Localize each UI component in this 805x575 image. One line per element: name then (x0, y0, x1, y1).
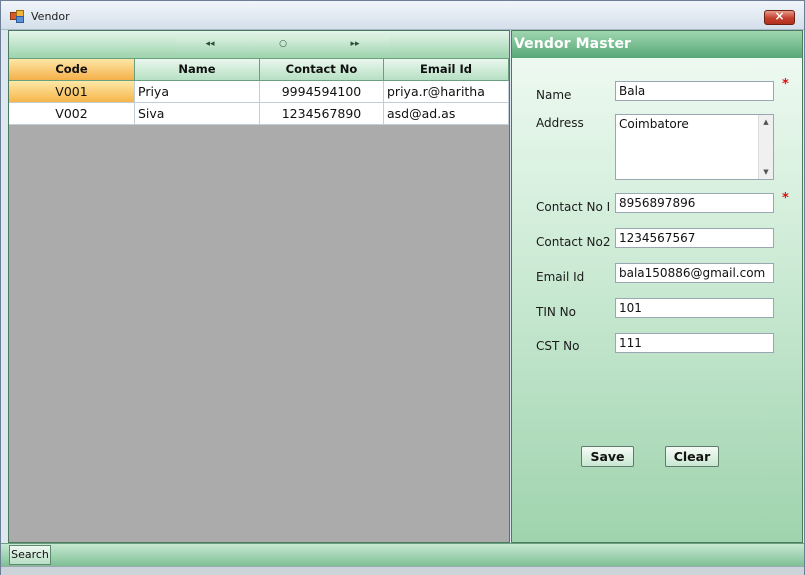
contact2-label: Contact No2 (536, 235, 611, 249)
contact1-field[interactable] (615, 193, 774, 213)
contact1-label: Contact No I (536, 200, 611, 214)
close-icon: × (774, 9, 785, 23)
save-button[interactable]: Save (581, 446, 634, 467)
cell-name[interactable]: Siva (135, 103, 260, 124)
name-label: Name (536, 88, 572, 102)
window-title: Vendor (31, 10, 70, 23)
table-row[interactable]: V002 Siva 1234567890 asd@ad.as (9, 103, 509, 125)
vendor-master-panel: Vendor Master Name * Address Coimbatore … (511, 30, 803, 543)
current-record-icon[interactable]: ○ (273, 37, 293, 51)
cell-contact[interactable]: 1234567890 (260, 103, 384, 124)
vendor-grid: Code Name Contact No Email Id V001 Priya… (9, 59, 509, 125)
navigator-bar: ◂◂ ○ ▸▸ (176, 37, 390, 51)
bottom-tab-bar: Search (1, 543, 804, 566)
form-title: Vendor Master (514, 36, 632, 52)
address-label: Address (536, 116, 584, 130)
title-bar: Vendor × (1, 1, 804, 30)
last-record-icon[interactable]: ▸▸ (345, 37, 365, 51)
required-mark: * (782, 191, 789, 206)
column-header-name[interactable]: Name (135, 59, 260, 80)
clear-button[interactable]: Clear (665, 446, 719, 467)
cell-email[interactable]: asd@ad.as (384, 103, 509, 124)
column-header-code[interactable]: Code (9, 59, 135, 80)
cell-email[interactable]: priya.r@haritha (384, 81, 509, 102)
cell-code[interactable]: V001 (9, 81, 135, 102)
table-row[interactable]: V001 Priya 9994594100 priya.r@haritha (9, 81, 509, 103)
tin-field[interactable] (615, 298, 774, 318)
close-button[interactable]: × (764, 9, 795, 25)
record-navigator: ◂◂ ○ ▸▸ (9, 31, 509, 59)
cst-field[interactable] (615, 333, 774, 353)
address-value: Coimbatore (619, 117, 689, 131)
address-field[interactable]: Coimbatore ▲ ▼ (615, 114, 774, 180)
vendor-window: Vendor × ◂◂ ○ ▸▸ Code Name Contact No Em… (0, 0, 805, 575)
scroll-down-icon[interactable]: ▼ (759, 166, 773, 178)
email-label: Email Id (536, 270, 585, 284)
column-header-email[interactable]: Email Id (384, 59, 509, 80)
scroll-up-icon[interactable]: ▲ (759, 116, 773, 128)
grid-header: Code Name Contact No Email Id (9, 59, 509, 81)
form-header: Vendor Master (512, 31, 802, 58)
cell-contact[interactable]: 9994594100 (260, 81, 384, 102)
cst-label: CST No (536, 339, 580, 353)
app-icon (10, 10, 24, 23)
tin-label: TIN No (536, 305, 576, 319)
contact2-field[interactable] (615, 228, 774, 248)
cell-name[interactable]: Priya (135, 81, 260, 102)
vendor-list-panel: ◂◂ ○ ▸▸ Code Name Contact No Email Id V0… (8, 30, 510, 543)
search-tab[interactable]: Search (9, 545, 51, 565)
name-field[interactable] (615, 81, 774, 101)
address-scrollbar[interactable]: ▲ ▼ (758, 115, 773, 179)
first-record-icon[interactable]: ◂◂ (200, 37, 220, 51)
column-header-contact[interactable]: Contact No (260, 59, 384, 80)
window-bottom-edge (1, 566, 804, 575)
required-mark: * (782, 77, 789, 92)
email-field[interactable] (615, 263, 774, 283)
cell-code[interactable]: V002 (9, 103, 135, 124)
